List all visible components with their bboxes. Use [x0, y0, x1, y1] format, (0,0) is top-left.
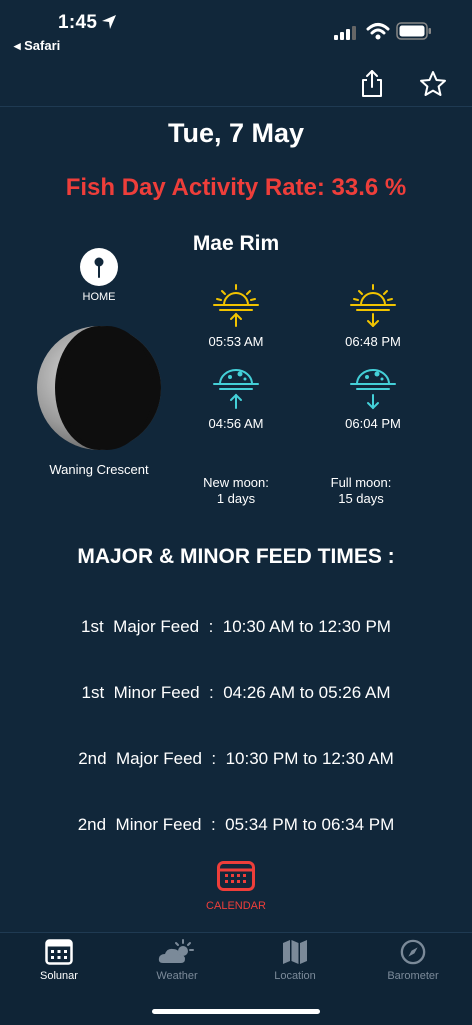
moonrise-icon: [213, 369, 259, 409]
sunrise-time: 05:53 AM: [208, 334, 264, 349]
battery-icon: [396, 22, 431, 40]
moonset-time: 06:04 PM: [345, 416, 401, 431]
location-arrow-icon: [102, 15, 116, 29]
calendar-button-label[interactable]: CALENDAR: [186, 900, 286, 912]
full-moon-label: Full moon:: [330, 475, 392, 490]
moonset-icon: [350, 369, 396, 410]
calendar-button-icon[interactable]: [217, 861, 255, 891]
location-name: Mae Rim: [0, 232, 472, 256]
new-moon-note: New moon: 1 days: [181, 475, 291, 507]
home-label: HOME: [82, 291, 116, 303]
favorite-star-icon[interactable]: [419, 70, 447, 98]
feed-time-row: 2nd Major Feed : 10:30 PM to 12:30 AM: [78, 749, 394, 768]
compass-icon: [400, 939, 426, 965]
header-divider: [0, 106, 472, 107]
tab-location-label: Location: [274, 970, 316, 982]
tab-barometer[interactable]: Barometer: [354, 939, 472, 982]
full-moon-days: 15 days: [338, 491, 384, 506]
share-icon[interactable]: [357, 68, 387, 98]
sunset-icon: [350, 284, 396, 327]
back-to-safari-link[interactable]: ◂ Safari: [14, 38, 60, 54]
map-pin-icon: [94, 257, 104, 278]
date-title: Tue, 7 May: [167, 118, 305, 148]
tab-weather[interactable]: Weather: [118, 939, 236, 982]
new-moon-days: 1 days: [216, 491, 256, 506]
moon-phase-label: Waning Crescent: [49, 462, 149, 477]
map-icon: [283, 940, 307, 964]
status-time: 1:45: [58, 12, 98, 33]
feed-time-row: 2nd Minor Feed : 05:34 PM to 06:34 PM: [77, 815, 395, 834]
tab-solunar[interactable]: Solunar: [0, 939, 118, 982]
sunrise-icon: [213, 284, 259, 327]
calendar-icon: [45, 939, 73, 965]
tab-solunar-label: Solunar: [40, 970, 78, 982]
cloud-sun-icon: [158, 939, 194, 963]
home-indicator: [152, 1009, 320, 1014]
sunset-time: 06:48 PM: [345, 334, 401, 349]
home-pin-button[interactable]: [80, 248, 118, 286]
moon-phase-icon: [37, 326, 161, 450]
fish-activity-rate: Fish Day Activity Rate: 33.6 %: [65, 174, 407, 201]
feed-time-row: 1st Minor Feed : 04:26 AM to 05:26 AM: [81, 683, 391, 702]
wifi-icon: [366, 23, 390, 40]
location-name-text: Mae Rim: [192, 232, 280, 255]
cellular-signal-icon: [334, 26, 356, 40]
tab-location[interactable]: Location: [236, 939, 354, 982]
new-moon-label: New moon:: [203, 475, 269, 490]
full-moon-note: Full moon: 15 days: [306, 475, 416, 507]
tab-weather-label: Weather: [156, 970, 198, 982]
tab-barometer-label: Barometer: [387, 970, 439, 982]
moonrise-time: 04:56 AM: [208, 416, 264, 431]
feed-times-title: MAJOR & MINOR FEED TIMES :: [77, 545, 395, 568]
feed-time-row: 1st Major Feed : 10:30 AM to 12:30 PM: [81, 617, 391, 636]
